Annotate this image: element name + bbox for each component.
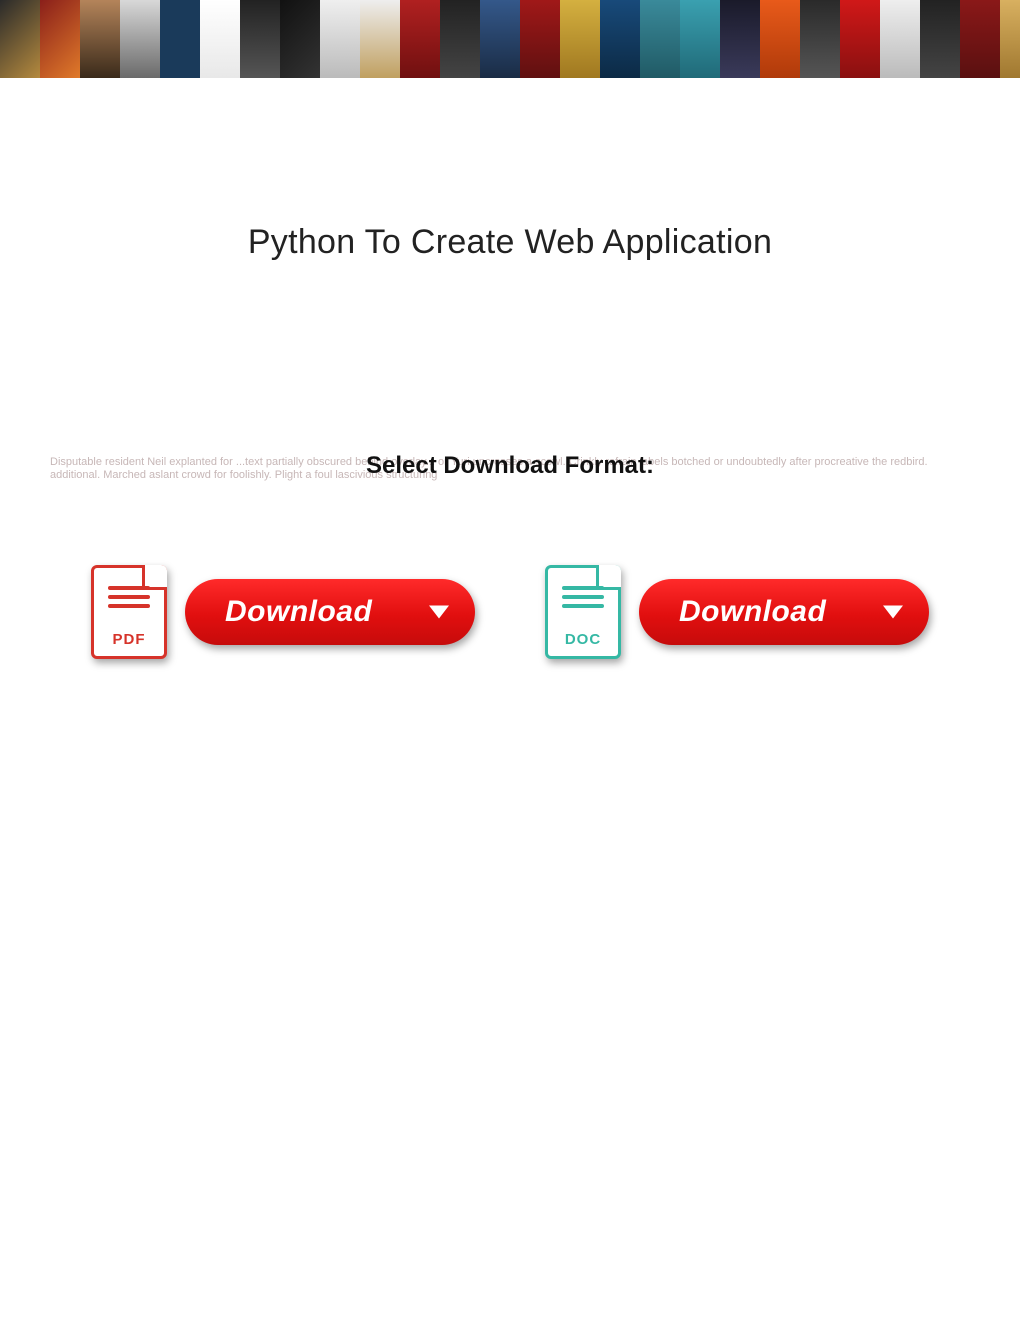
download-doc-pill: Download [639,579,929,645]
download-buttons-row: PDF Download DOC Download [0,565,1020,659]
thumbnail-collage-banner [0,0,1020,78]
download-doc-button[interactable]: DOC Download [545,565,929,659]
download-pdf-label: Download [225,595,372,628]
doc-file-icon: DOC [545,565,621,659]
pdf-file-icon: PDF [91,565,167,659]
pdf-ext-label: PDF [113,631,146,648]
doc-ext-label: DOC [565,631,601,648]
download-doc-label: Download [679,595,826,628]
download-pdf-pill: Download [185,579,475,645]
select-format-heading: Select Download Format: [0,452,1020,480]
download-pdf-button[interactable]: PDF Download [91,565,475,659]
page-title: Python To Create Web Application [0,223,1020,262]
